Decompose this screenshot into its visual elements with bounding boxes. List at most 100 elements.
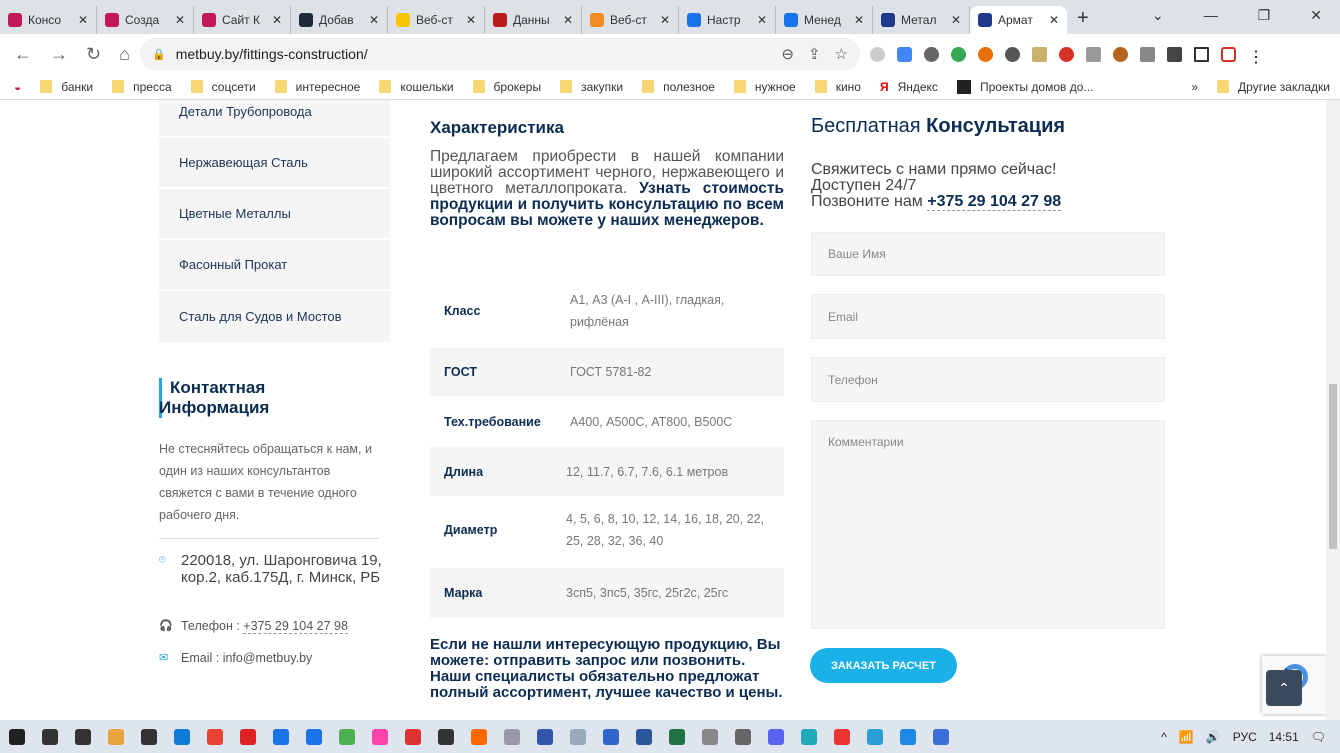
comment-textarea[interactable]: Комментарии xyxy=(811,420,1165,629)
bookmark-star-icon[interactable]: ☆ xyxy=(835,45,848,63)
taskbar-app-icon[interactable] xyxy=(932,728,949,745)
close-tab-icon[interactable]: ✕ xyxy=(466,13,476,27)
sidebar-item[interactable]: Цветные Металлы xyxy=(159,189,390,238)
extension-icon[interactable] xyxy=(978,46,993,62)
taskbar-app-icon[interactable] xyxy=(635,728,652,745)
lock-icon[interactable]: 🔒 xyxy=(152,48,166,61)
taskbar-app-icon[interactable] xyxy=(272,728,289,745)
bookmark-folder[interactable]: закупки xyxy=(560,80,623,94)
tab-search-icon[interactable]: ⌄ xyxy=(1152,7,1164,24)
sidebar-item[interactable]: Фасонный Прокат xyxy=(159,240,390,289)
taskbar-app-icon[interactable] xyxy=(767,728,784,745)
bookmark-app-icon[interactable]: ◒ xyxy=(14,80,21,94)
scrollbar-thumb[interactable] xyxy=(1329,384,1337,549)
bookmark-folder[interactable]: банки xyxy=(40,80,93,94)
phone-link[interactable]: +375 29 104 27 98 xyxy=(243,619,348,634)
taskbar-app-icon[interactable] xyxy=(569,728,586,745)
page-scrollbar[interactable] xyxy=(1326,100,1340,720)
phone-input[interactable]: Телефон xyxy=(811,357,1165,402)
bookmark-folder[interactable]: интересное xyxy=(274,80,360,94)
taskbar-app-icon[interactable] xyxy=(470,728,487,745)
browser-tab[interactable]: Данны ✕ xyxy=(485,6,582,34)
taskbar-app-icon[interactable] xyxy=(866,728,883,745)
search-icon[interactable] xyxy=(41,728,58,745)
bookmark-folder[interactable]: кошельки xyxy=(379,80,454,94)
notifications-icon[interactable]: 🗨 xyxy=(1311,730,1326,744)
browser-tab[interactable]: Армат ✕ xyxy=(970,6,1067,34)
close-tab-icon[interactable]: ✕ xyxy=(1049,13,1059,27)
taskbar-app-icon[interactable] xyxy=(371,728,388,745)
extension-icon[interactable] xyxy=(1113,46,1128,62)
extension-icon[interactable] xyxy=(924,46,939,62)
sidebar-item-label[interactable]: Цветные Металлы xyxy=(179,206,291,221)
close-tab-icon[interactable]: ✕ xyxy=(951,13,961,27)
taskbar-app-icon[interactable] xyxy=(140,728,157,745)
browser-tab[interactable]: Веб-ст ✕ xyxy=(582,6,679,34)
scroll-to-top-button[interactable]: ⌃ xyxy=(1266,670,1302,706)
name-input[interactable]: Ваше Имя xyxy=(811,232,1165,276)
bookmark-folder[interactable]: нужное xyxy=(733,80,796,94)
bookmark-folder[interactable]: кино xyxy=(814,80,861,94)
drive-icon[interactable] xyxy=(951,46,966,62)
taskbar-app-icon[interactable] xyxy=(107,728,124,745)
start-icon[interactable] xyxy=(8,728,25,745)
close-tab-icon[interactable]: ✕ xyxy=(757,13,767,27)
email-input[interactable]: Email xyxy=(811,294,1165,339)
consult-phone-link[interactable]: +375 29 104 27 98 xyxy=(927,193,1062,211)
order-calculation-button[interactable]: ЗАКАЗАТЬ РАСЧЕТ xyxy=(810,648,957,683)
close-window-button[interactable]: ✕ xyxy=(1310,7,1322,24)
minimize-button[interactable]: — xyxy=(1204,7,1218,23)
taskbar-app-icon[interactable] xyxy=(437,728,454,745)
bookmark-folder[interactable]: полезное xyxy=(642,80,715,94)
pin-icon[interactable] xyxy=(1005,46,1020,62)
extension-icon[interactable] xyxy=(1140,46,1155,62)
close-tab-icon[interactable]: ✕ xyxy=(78,13,88,27)
extension-icon[interactable] xyxy=(1086,46,1101,62)
close-tab-icon[interactable]: ✕ xyxy=(854,13,864,27)
map-pin-icon[interactable] xyxy=(1059,46,1074,62)
taskbar-app-icon[interactable] xyxy=(833,728,850,745)
browser-tab[interactable]: Консо ✕ xyxy=(0,6,97,34)
address-bar[interactable]: 🔒 metbuy.by/fittings-construction/ ⊖ ⇪ ☆ xyxy=(140,38,860,70)
bookmark-folder[interactable]: брокеры xyxy=(472,80,541,94)
close-tab-icon[interactable]: ✕ xyxy=(660,13,670,27)
browser-tab[interactable]: Настр ✕ xyxy=(679,6,776,34)
browser-tab[interactable]: Созда ✕ xyxy=(97,6,194,34)
back-icon[interactable]: ← xyxy=(14,44,32,65)
sidebar-item-label[interactable]: Фасонный Прокат xyxy=(179,257,287,272)
taskbar-app-icon[interactable] xyxy=(404,728,421,745)
profile-icon[interactable] xyxy=(1221,46,1236,62)
taskbar-app-icon[interactable] xyxy=(239,728,256,745)
close-tab-icon[interactable]: ✕ xyxy=(563,13,573,27)
sidebar-icon[interactable] xyxy=(1194,46,1209,62)
taskbar-app-icon[interactable] xyxy=(305,728,322,745)
url-text[interactable]: metbuy.by/fittings-construction/ xyxy=(176,46,368,62)
sidebar-item-label[interactable]: Нержавеющая Сталь xyxy=(179,155,308,170)
network-icon[interactable]: 📶 xyxy=(1179,730,1194,744)
bookmark-folder[interactable]: соцсети xyxy=(190,80,256,94)
volume-icon[interactable]: 🔊 xyxy=(1206,730,1221,744)
zoom-icon[interactable]: ⊖ xyxy=(781,45,794,63)
more-bookmarks-icon[interactable]: » xyxy=(1191,80,1198,94)
browser-tab[interactable]: Добав ✕ xyxy=(291,6,388,34)
bookmark-yandex[interactable]: Я Яндекс xyxy=(880,80,938,94)
taskbar-app-icon[interactable] xyxy=(173,728,190,745)
taskbar-app-icon[interactable] xyxy=(899,728,916,745)
taskbar-app-icon[interactable] xyxy=(602,728,619,745)
browser-tab[interactable]: Менед ✕ xyxy=(776,6,873,34)
taskbar-app-icon[interactable] xyxy=(734,728,751,745)
extension-icon[interactable] xyxy=(870,46,885,62)
restore-button[interactable]: ❐ xyxy=(1258,7,1271,24)
translate-icon[interactable] xyxy=(897,46,912,62)
new-tab-button[interactable]: + xyxy=(1077,7,1089,30)
extension-icon[interactable] xyxy=(1032,46,1047,62)
language-indicator[interactable]: РУС xyxy=(1233,730,1257,744)
share-icon[interactable]: ⇪ xyxy=(808,45,821,63)
browser-tab[interactable]: Веб-ст ✕ xyxy=(388,6,485,34)
close-tab-icon[interactable]: ✕ xyxy=(175,13,185,27)
forward-icon[interactable]: → xyxy=(50,44,68,65)
clock[interactable]: 14:51 xyxy=(1269,730,1299,744)
sidebar-item-label[interactable]: Сталь для Судов и Мостов xyxy=(179,309,342,324)
sidebar-item[interactable]: Детали Трубопровода xyxy=(159,100,390,136)
taskbar-app-icon[interactable] xyxy=(536,728,553,745)
